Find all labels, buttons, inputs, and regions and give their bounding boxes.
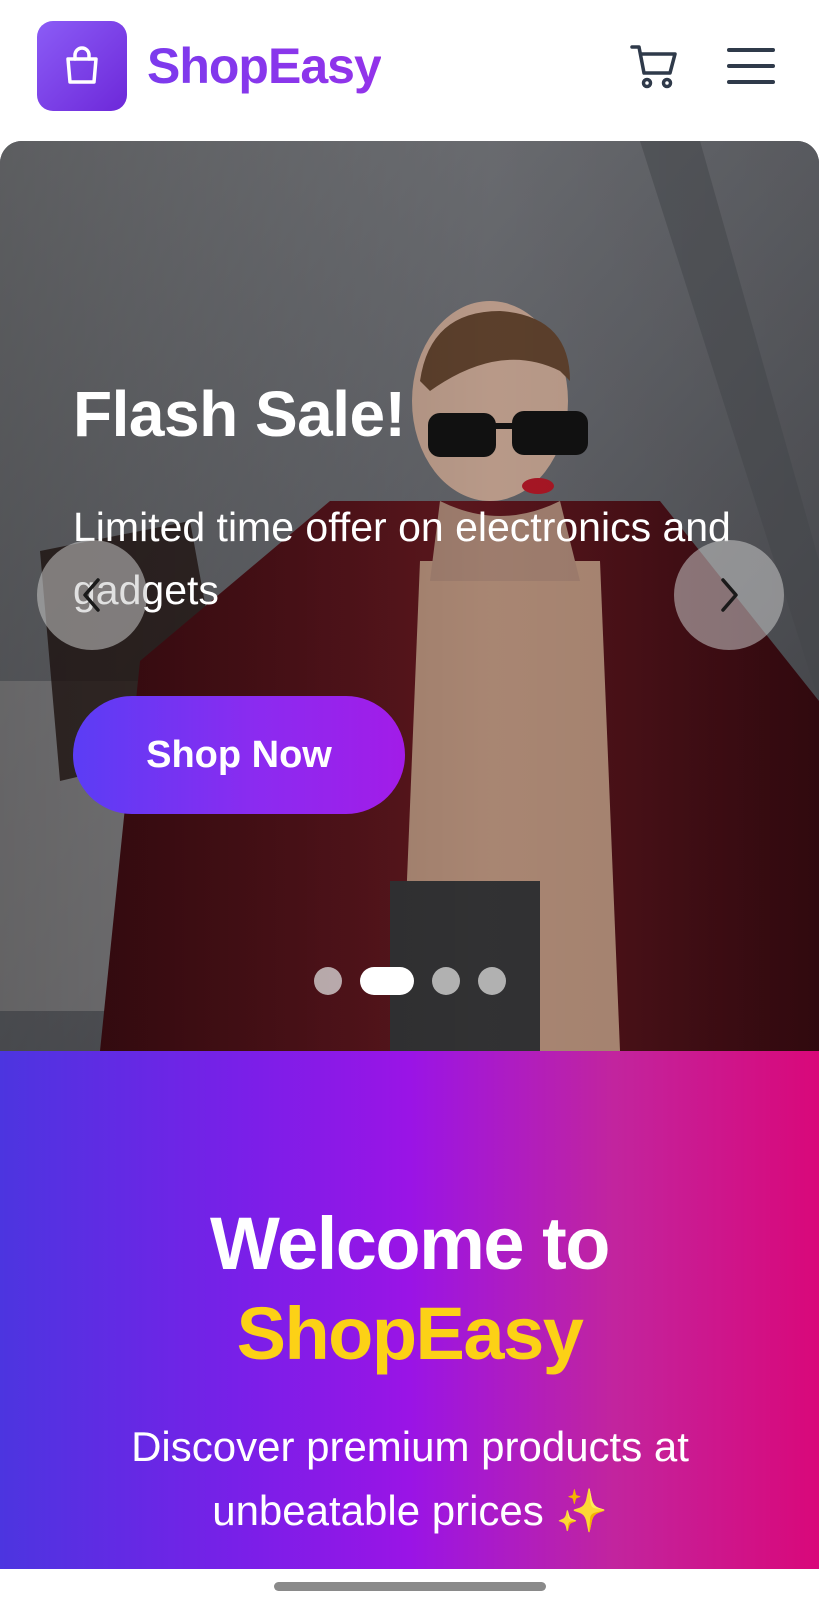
chevron-left-icon [83, 578, 100, 612]
carousel-dot-1[interactable] [313, 967, 342, 995]
hero-subtitle: Limited time offer on electronics and ga… [73, 504, 731, 613]
welcome-subtitle: Discover premium products at unbeatable … [131, 1423, 689, 1534]
hero-title: Flash Sale! [73, 378, 406, 450]
carousel-dot-3[interactable] [431, 967, 460, 995]
shopping-bag-icon [66, 46, 98, 84]
cart-icon [630, 45, 677, 89]
welcome-heading: Welcome to [210, 1202, 610, 1285]
hamburger-menu-icon [727, 48, 775, 84]
hero-carousel[interactable]: Flash Sale! Limited time offer on electr… [0, 141, 819, 1051]
cart-button[interactable] [628, 40, 680, 92]
chevron-right-icon [721, 578, 738, 612]
carousel-dot-4[interactable] [477, 967, 506, 995]
carousel-dot-2[interactable] [359, 967, 414, 995]
logo[interactable] [37, 21, 127, 111]
shop-now-button[interactable]: Shop Now [73, 696, 405, 814]
carousel-prev-button[interactable] [37, 540, 147, 650]
app-header: ShopEasy [0, 0, 819, 140]
welcome-section: Welcome to ShopEasy Discover premium pro… [0, 1051, 819, 1569]
brand-name[interactable]: ShopEasy [147, 36, 382, 96]
menu-button[interactable] [723, 40, 779, 92]
carousel-next-button[interactable] [674, 540, 784, 650]
home-indicator[interactable] [274, 1582, 546, 1591]
welcome-brand: ShopEasy [236, 1292, 584, 1375]
carousel-indicators [0, 967, 819, 995]
